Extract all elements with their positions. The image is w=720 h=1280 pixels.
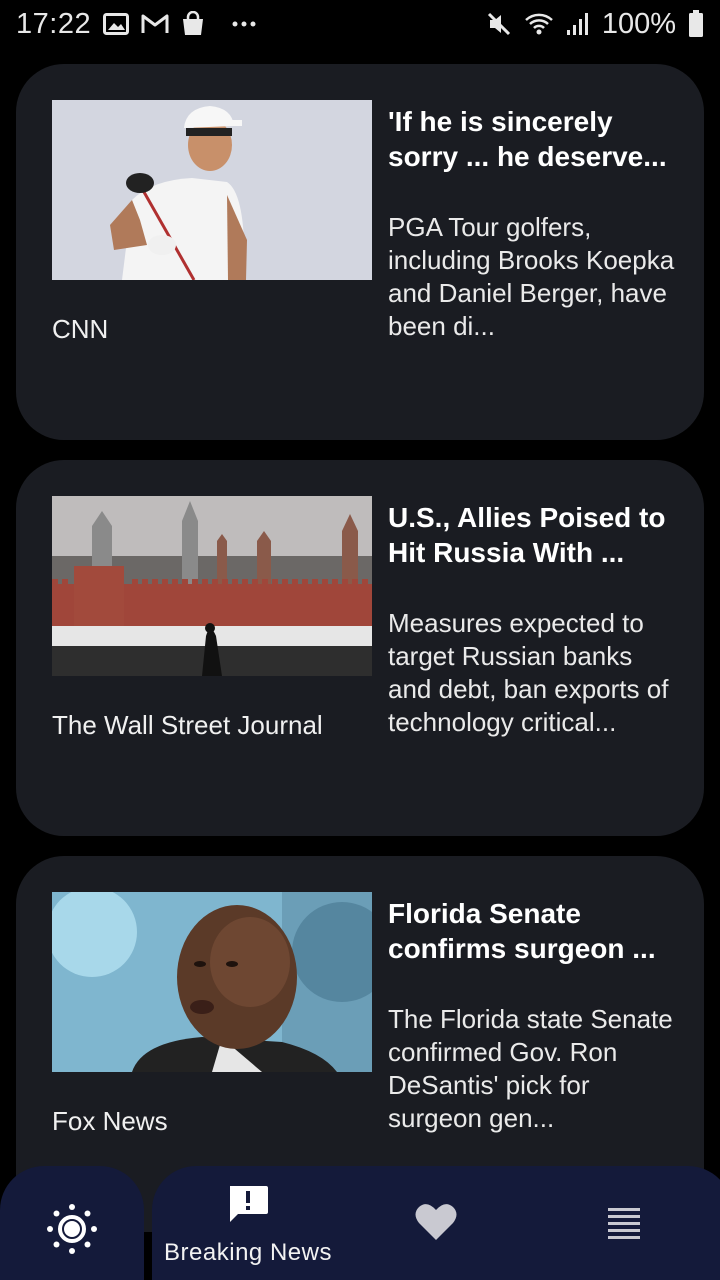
screen: 17:22 100% CNN 'If he is sincerely sorry… <box>0 0 720 1280</box>
nav-weather-button[interactable] <box>0 1166 144 1280</box>
article-source: CNN <box>52 314 109 344</box>
nav-breaking-news[interactable]: Breaking News <box>160 1184 336 1267</box>
battery-percent: 100% <box>601 7 676 40</box>
status-bar: 17:22 100% <box>0 0 720 48</box>
battery-icon <box>688 10 704 38</box>
news-card[interactable]: The Wall Street Journal U.S., Allies Poi… <box>16 460 704 836</box>
article-summary: PGA Tour golfers, including Brooks Koepk… <box>388 212 675 341</box>
status-left: 17:22 <box>16 8 257 41</box>
nav-breaking-news-label: Breaking News <box>164 1239 332 1266</box>
news-card[interactable]: CNN 'If he is sincerely sorry ... he des… <box>16 64 704 440</box>
breaking-news-icon <box>226 1184 270 1231</box>
gmail-icon <box>141 13 169 35</box>
news-feed[interactable]: CNN 'If he is sincerely sorry ... he des… <box>16 64 704 1252</box>
article-summary: The Florida state Senate confirmed Gov. … <box>388 1004 673 1133</box>
article-headline[interactable]: Florida Senate confirms surgeon ... <box>388 896 678 966</box>
status-right: 100% <box>486 8 704 41</box>
more-dots-icon <box>231 20 257 28</box>
nav-favorites[interactable] <box>412 1202 460 1247</box>
bottom-nav: Breaking News <box>0 1166 720 1280</box>
shopping-bag-icon <box>181 11 205 37</box>
article-source: Fox News <box>52 1106 168 1136</box>
portrait-photo[interactable] <box>52 892 372 1072</box>
sun-icon <box>44 1201 100 1262</box>
article-source: The Wall Street Journal <box>52 710 323 740</box>
heart-icon <box>414 1202 458 1247</box>
mute-icon <box>486 11 512 37</box>
menu-icon <box>606 1206 642 1245</box>
article-headline[interactable]: U.S., Allies Poised to Hit Russia With .… <box>388 500 678 570</box>
image-icon <box>103 12 130 36</box>
article-summary: Measures expected to target Russian bank… <box>388 608 669 737</box>
signal-icon <box>566 12 590 36</box>
golfer-photo[interactable] <box>52 100 372 280</box>
wifi-icon <box>524 12 554 36</box>
nav-menu[interactable] <box>604 1206 644 1245</box>
status-time: 17:22 <box>16 7 92 40</box>
kremlin-photo[interactable] <box>52 496 372 676</box>
article-headline[interactable]: 'If he is sincerely sorry ... he deserve… <box>388 104 678 174</box>
